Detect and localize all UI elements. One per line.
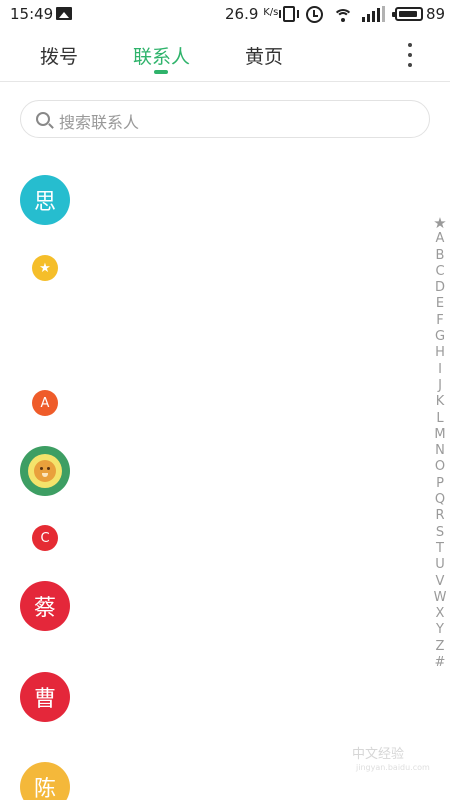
watermark-url: jingyan.baidu.com — [356, 763, 430, 772]
battery-level: 89 — [426, 5, 446, 23]
index-letter[interactable]: N — [430, 443, 450, 459]
index-letter[interactable]: O — [430, 459, 450, 475]
index-letter[interactable]: F — [430, 313, 450, 329]
search-input[interactable]: 搜索联系人 — [20, 100, 430, 138]
index-letter[interactable]: Y — [430, 622, 450, 638]
contact-avatar-cai[interactable]: 蔡 — [20, 581, 70, 631]
index-letter[interactable]: W — [430, 590, 450, 606]
index-letter[interactable]: G — [430, 329, 450, 345]
tab-dial[interactable]: 拨号 — [40, 42, 78, 69]
index-letter[interactable]: P — [430, 476, 450, 492]
index-letter[interactable]: L — [430, 411, 450, 427]
more-options-icon[interactable] — [400, 42, 420, 68]
image-notification-icon — [56, 7, 72, 20]
section-header-c: C — [32, 525, 58, 551]
contact-avatar-chen[interactable]: 陈 — [20, 762, 70, 800]
tab-contacts[interactable]: 联系人 — [133, 42, 190, 69]
alarm-icon — [306, 6, 323, 23]
index-letter[interactable]: S — [430, 525, 450, 541]
index-letter[interactable]: D — [430, 280, 450, 296]
search-icon — [36, 112, 50, 126]
index-letter[interactable]: A — [430, 231, 450, 247]
active-tab-indicator — [154, 70, 168, 74]
index-letter[interactable]: H — [430, 345, 450, 361]
favorites-section-star-icon: ★ — [32, 255, 58, 281]
index-letter[interactable]: I — [430, 362, 450, 378]
search-placeholder: 搜索联系人 — [59, 113, 140, 132]
alphabet-index[interactable]: ★ A B C D E F G H I J K L M N O P Q R S … — [430, 215, 450, 671]
index-letter[interactable]: E — [430, 296, 450, 312]
index-letter[interactable]: C — [430, 264, 450, 280]
index-letter[interactable]: J — [430, 378, 450, 394]
index-letter[interactable]: R — [430, 508, 450, 524]
index-letter[interactable]: V — [430, 574, 450, 590]
index-letter[interactable]: X — [430, 606, 450, 622]
index-letter[interactable]: # — [430, 655, 450, 671]
index-letter[interactable]: B — [430, 248, 450, 264]
contact-avatar-si[interactable]: 思 — [20, 175, 70, 225]
index-letter[interactable]: K — [430, 394, 450, 410]
contact-photo-avatar[interactable] — [20, 446, 70, 496]
index-letter[interactable]: ★ — [430, 215, 450, 232]
signal-icon — [362, 6, 385, 22]
index-letter[interactable]: Q — [430, 492, 450, 508]
section-header-a: A — [32, 390, 58, 416]
tab-yellow-pages[interactable]: 黄页 — [245, 42, 283, 69]
index-letter[interactable]: U — [430, 557, 450, 573]
watermark: 中文经验 — [352, 747, 405, 762]
index-letter[interactable]: Z — [430, 639, 450, 655]
index-letter[interactable]: T — [430, 541, 450, 557]
wifi-icon — [333, 5, 353, 23]
vibrate-icon — [279, 6, 299, 22]
status-time: 15:49 — [10, 5, 54, 23]
lion-icon — [28, 454, 62, 488]
network-speed-unit: K/s — [263, 7, 279, 18]
network-speed: 26.9 K/s — [225, 5, 279, 23]
tab-bar: 拨号 联系人 黄页 — [0, 30, 450, 82]
status-bar: 15:49 26.9 K/s 89 — [0, 0, 450, 30]
index-letter[interactable]: M — [430, 427, 450, 443]
contact-avatar-cao[interactable]: 曹 — [20, 672, 70, 722]
battery-icon — [392, 7, 423, 21]
